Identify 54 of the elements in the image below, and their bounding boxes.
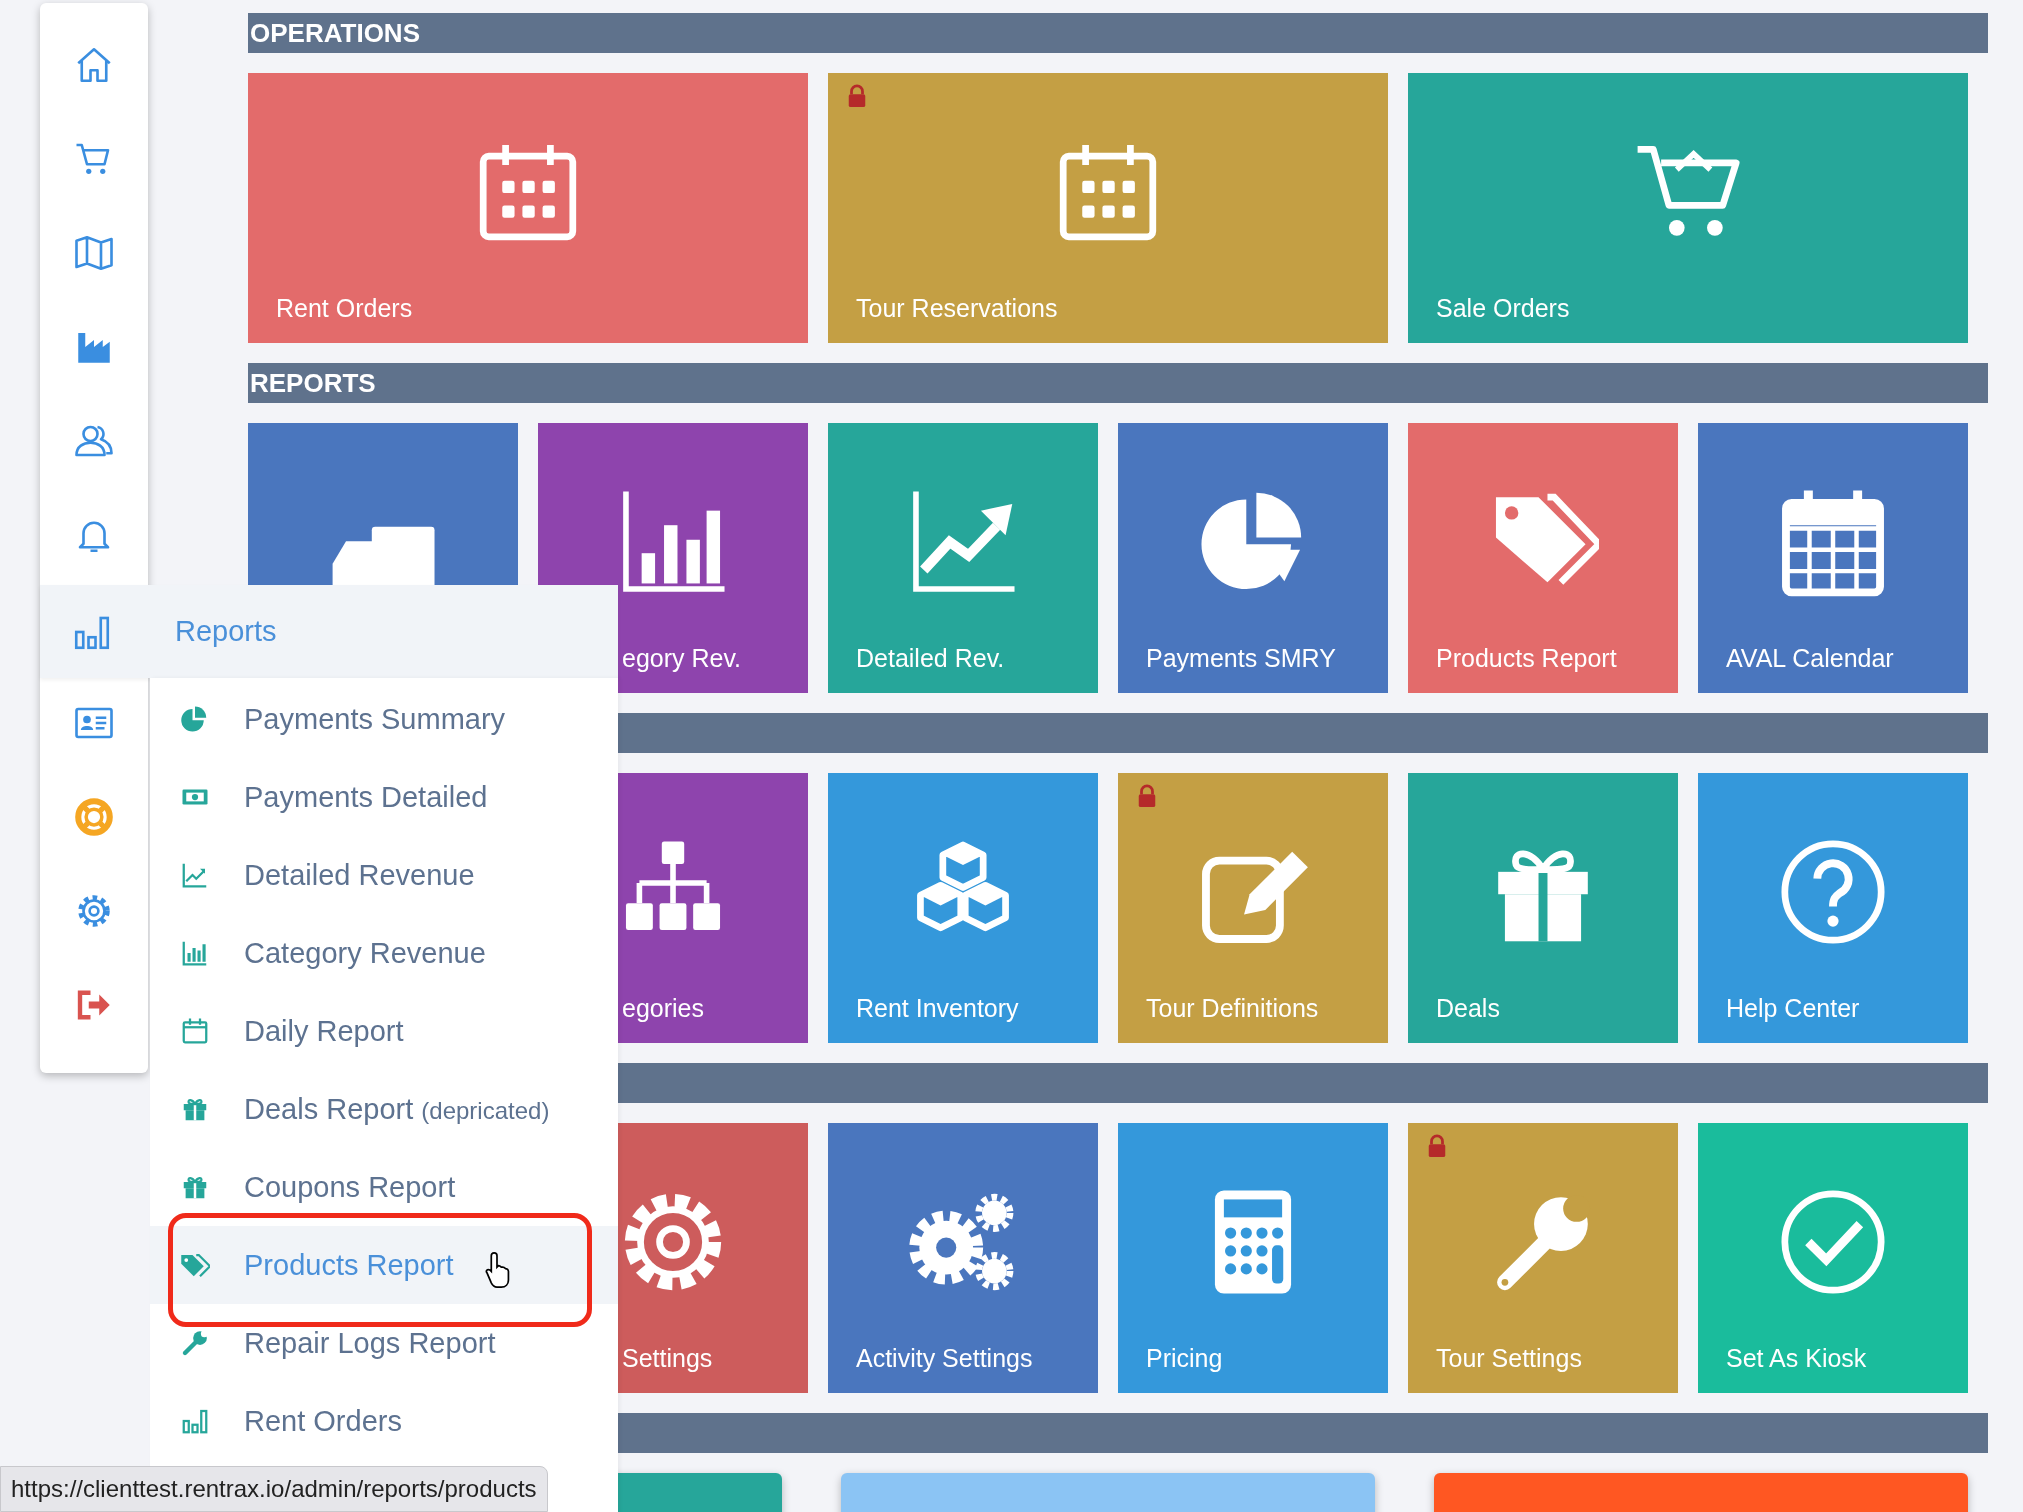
- tile-button[interactable]: Products Report: [1408, 423, 1678, 693]
- tile-button[interactable]: Rent Orders: [248, 73, 808, 343]
- tile-label: Help Center: [1725, 994, 1860, 1024]
- tile-button[interactable]: Rent Inventory: [828, 773, 1098, 1043]
- tile-button[interactable]: Deals: [1408, 773, 1678, 1043]
- tile-button[interactable]: Detailed Rev.: [828, 423, 1098, 693]
- tile-label: Tour Definitions: [1145, 994, 1319, 1024]
- tile-label: Tour Reservations: [855, 294, 1058, 324]
- menu-item-label: Coupons Report: [244, 1170, 456, 1204]
- lock-icon: [846, 83, 868, 109]
- tile-label: Rent Inventory: [855, 994, 1019, 1024]
- tile-button[interactable]: Tour Reservations: [828, 73, 1388, 343]
- menu-item-label: Category Revenue: [244, 936, 486, 970]
- tile-label: Rent Orders: [275, 294, 413, 324]
- tile-label: egories: [621, 994, 704, 1024]
- lifebuoy-icon[interactable]: [73, 796, 115, 838]
- tile-label: Set As Kiosk: [1725, 1344, 1867, 1374]
- status-url: https://clienttest.rentrax.io/admin/reports/products: [0, 1466, 548, 1512]
- tile-button[interactable]: Payments SMRY: [1118, 423, 1388, 693]
- tile-label: Products Report: [1435, 644, 1617, 674]
- tile-button[interactable]: AVAL Calendar: [1698, 423, 1968, 693]
- tile-button[interactable]: Pricing: [1118, 1123, 1388, 1393]
- menu-item-label: Repair Logs Report: [244, 1326, 496, 1360]
- menu-item-label: Rent Orders: [244, 1404, 402, 1438]
- tile-label: Sale Orders: [1435, 294, 1570, 324]
- tile-label: AVAL Calendar: [1725, 644, 1894, 674]
- menu-item-label: Deals Report (depricated): [244, 1092, 550, 1126]
- tile-label: Detailed Rev.: [855, 644, 1005, 674]
- lock-icon: [1136, 783, 1158, 809]
- tile-button[interactable]: Tour Settings: [1408, 1123, 1678, 1393]
- wrench-icon: [180, 1328, 210, 1358]
- tile-label: Deals: [1435, 994, 1500, 1024]
- calendar-icon: [180, 1016, 210, 1046]
- lock-icon: [1426, 1133, 1448, 1159]
- menu-item-label: Detailed Revenue: [244, 858, 475, 892]
- menu-item-label: Payments Detailed: [244, 780, 488, 814]
- menu-title[interactable]: Reports: [175, 615, 277, 648]
- tile-button[interactable]: Help Center: [1698, 773, 1968, 1043]
- tile-button[interactable]: Activity Settings: [828, 1123, 1098, 1393]
- tile-label: Pricing: [1145, 1344, 1223, 1374]
- tile-label: Payments SMRY: [1145, 644, 1336, 674]
- tile-label: egory Rev.: [621, 644, 742, 674]
- tile-label: Tour Settings: [1435, 1344, 1582, 1374]
- tile-label: Activity Settings: [855, 1344, 1033, 1374]
- section-title: REPORTS: [249, 367, 376, 400]
- menu-item-label: Daily Report: [244, 1014, 404, 1048]
- tile-button[interactable]: Tour Definitions: [1118, 773, 1388, 1043]
- tile-button[interactable]: Set As Kiosk: [1698, 1123, 1968, 1393]
- tile-label: Settings: [621, 1344, 713, 1374]
- tile-button[interactable]: Sale Orders: [1408, 73, 1968, 343]
- menu-item[interactable]: Products Report: [150, 1226, 618, 1304]
- menu-item-label: Products Report: [244, 1248, 454, 1282]
- section-title: OPERATIONS: [249, 17, 420, 50]
- menu-item-label: Payments Summary: [244, 702, 506, 736]
